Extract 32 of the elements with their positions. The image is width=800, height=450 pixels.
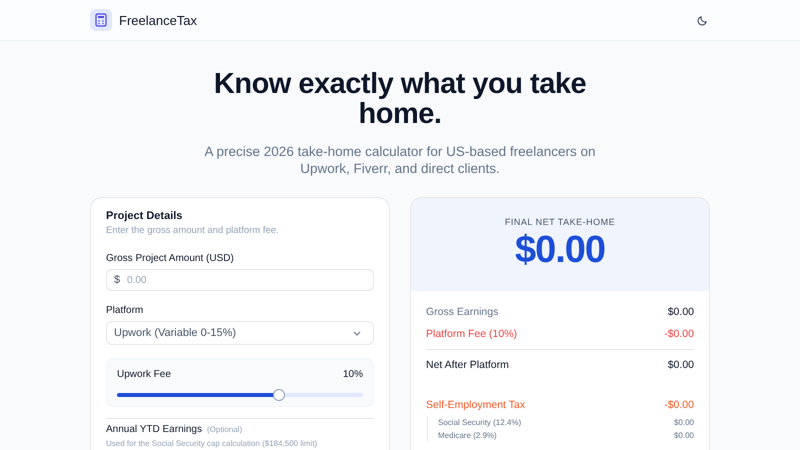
row-value: $0.00 (674, 418, 694, 427)
result-caption: FINAL NET TAKE-HOME (504, 217, 616, 227)
platform-select[interactable]: Upwork (Variable 0-15%) (106, 321, 374, 345)
hero-subtitle: A precise 2026 take-home calculator for US-based freelancers on Upwork, Fiverr, and direct clients. (204, 143, 596, 177)
row-value: -$0.00 (664, 328, 694, 340)
calculator-icon (90, 9, 112, 31)
row-value: $0.00 (674, 431, 694, 440)
slider-thumb[interactable] (273, 389, 286, 401)
row-label: Social Security (12.4%) (438, 418, 522, 427)
row-label: Medicare (2.9%) (438, 431, 497, 440)
optional-tag: (Optional) (206, 425, 242, 434)
fee-label: Upwork Fee (117, 369, 171, 380)
field-label: Platform (106, 305, 144, 316)
field-label: Annual YTD Earnings (106, 424, 202, 435)
fee-reading: 10% (342, 369, 363, 380)
moon-icon[interactable] (697, 14, 708, 26)
row-label: Gross Earnings (426, 306, 498, 318)
row-label: Net After Platform (426, 359, 509, 371)
field-hint: Used for the Social Security cap calculation ($184,500 limit) (106, 439, 318, 448)
row-label: Self-Employment Tax (426, 399, 526, 411)
card-subtitle: Enter the gross amount and platform fee. (106, 225, 280, 236)
row-value: -$0.00 (664, 399, 694, 411)
field-label: Gross Project Amount (USD) (106, 253, 235, 264)
hero-title: Know exactly what you take home. (212, 69, 588, 129)
row-value: $0.00 (668, 306, 694, 318)
brand-name[interactable]: FreelanceTax (119, 12, 198, 28)
dollar-prefix: $ (114, 274, 120, 286)
row-value: $0.00 (668, 359, 694, 371)
net-amount: $0.00 (514, 229, 606, 271)
chevron-down-icon (353, 330, 361, 336)
row-label: Platform Fee (10%) (426, 328, 518, 340)
card-title: Project Details (106, 210, 184, 222)
